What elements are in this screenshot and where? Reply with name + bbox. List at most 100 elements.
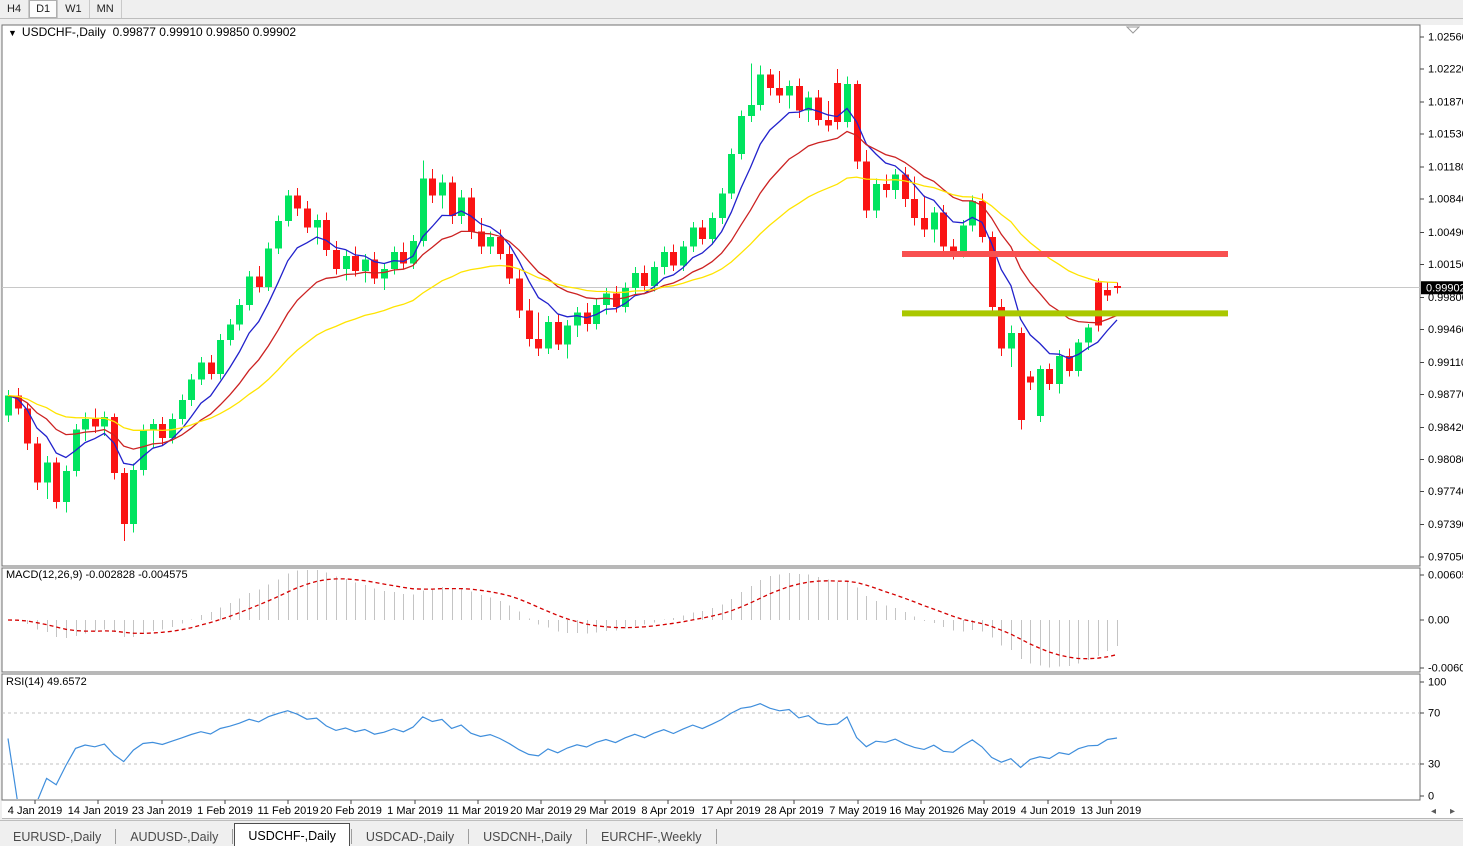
price-axis-label: 1.00840 bbox=[1428, 194, 1463, 206]
timeframe-button-d1[interactable]: D1 bbox=[29, 0, 58, 18]
candle-body bbox=[1018, 333, 1025, 420]
candle-body bbox=[863, 162, 870, 211]
candle-body bbox=[121, 473, 128, 524]
macd-axis-label: 0.00 bbox=[1428, 615, 1449, 627]
price-axis-label: 1.01180 bbox=[1428, 162, 1463, 174]
date-axis-label: 14 Jan 2019 bbox=[68, 805, 129, 817]
candle-body bbox=[410, 241, 417, 264]
candle-body bbox=[883, 184, 890, 190]
rsi-axis-label: 70 bbox=[1428, 708, 1440, 720]
candle-body bbox=[256, 277, 263, 287]
candle-body bbox=[796, 86, 803, 111]
chart-window: 1.025601.022201.018701.015301.011801.008… bbox=[0, 19, 1463, 819]
candle-body bbox=[92, 419, 99, 427]
price-axis-label: 0.98420 bbox=[1428, 422, 1463, 434]
rsi-indicator-label: RSI(14) 49.6572 bbox=[6, 676, 87, 688]
candle-body bbox=[217, 340, 224, 374]
candle-body bbox=[1104, 290, 1111, 296]
candle-body bbox=[969, 201, 976, 226]
candle-body bbox=[564, 326, 571, 345]
tab-separator bbox=[586, 829, 587, 844]
candle-body bbox=[439, 182, 446, 195]
symbol-dropdown-icon[interactable]: ▼ bbox=[8, 28, 17, 38]
candle-body bbox=[748, 105, 755, 116]
candle-body bbox=[535, 339, 542, 348]
candle-body bbox=[314, 220, 321, 228]
price-axis-label: 0.97390 bbox=[1428, 519, 1463, 531]
candle-body bbox=[275, 221, 282, 248]
candle-body bbox=[429, 178, 436, 195]
chart-tabbar: EURUSD-,DailyAUDUSD-,DailyUSDCHF-,DailyU… bbox=[0, 820, 1463, 846]
price-axis-label: 1.02560 bbox=[1428, 31, 1463, 43]
candle-body bbox=[555, 322, 562, 345]
candle-body bbox=[5, 395, 12, 415]
candle-body bbox=[82, 419, 89, 429]
tab-usdchf-daily[interactable]: USDCHF-,Daily bbox=[234, 823, 350, 846]
candle-body bbox=[719, 194, 726, 219]
candle-body bbox=[333, 250, 340, 269]
timeframe-button-w1[interactable]: W1 bbox=[58, 0, 90, 18]
candle-body bbox=[661, 252, 668, 267]
date-axis-label: 20 Mar 2019 bbox=[510, 805, 572, 817]
candle-body bbox=[208, 362, 215, 373]
candle-body bbox=[188, 379, 195, 400]
date-axis-label: 1 Mar 2019 bbox=[387, 805, 443, 817]
price-axis-label: 1.01530 bbox=[1428, 129, 1463, 141]
candle-body bbox=[690, 228, 697, 247]
candle-body bbox=[757, 75, 764, 105]
candle-body bbox=[574, 312, 581, 325]
scroll-right-button[interactable]: ▸ bbox=[1450, 806, 1455, 817]
tab-usdcnh-daily[interactable]: USDCNH-,Daily bbox=[470, 826, 585, 846]
price-axis-label: 0.99460 bbox=[1428, 324, 1463, 336]
candle-body bbox=[497, 237, 504, 254]
candle-body bbox=[63, 471, 70, 502]
date-axis-label: 4 Jun 2019 bbox=[1021, 805, 1075, 817]
candle-body bbox=[641, 273, 648, 286]
candle-body bbox=[236, 305, 243, 325]
macd-axis-label: -0.006096 bbox=[1428, 663, 1463, 675]
candle-body bbox=[1046, 369, 1053, 384]
tab-separator bbox=[351, 829, 352, 844]
price-axis-label: 0.97050 bbox=[1428, 551, 1463, 563]
tab-eurchf-weekly[interactable]: EURCHF-,Weekly bbox=[588, 826, 714, 846]
date-axis-label: 13 Jun 2019 bbox=[1081, 805, 1142, 817]
tab-eurusd-daily[interactable]: EURUSD-,Daily bbox=[0, 826, 114, 846]
candle-body bbox=[140, 430, 147, 470]
date-axis-label: 20 Feb 2019 bbox=[320, 805, 382, 817]
candle-body bbox=[680, 246, 687, 265]
candle-body bbox=[1095, 282, 1102, 325]
candle-body bbox=[487, 237, 494, 246]
timeframe-button-mn[interactable]: MN bbox=[90, 0, 122, 18]
candle-body bbox=[825, 120, 832, 126]
date-axis-label: 29 Mar 2019 bbox=[574, 805, 636, 817]
candle-body bbox=[227, 325, 234, 340]
macd-indicator-label: MACD(12,26,9) -0.002828 -0.004575 bbox=[6, 569, 188, 581]
price-axis-label: 1.02220 bbox=[1428, 64, 1463, 76]
timeframe-button-h4[interactable]: H4 bbox=[0, 0, 29, 18]
candle-body bbox=[44, 462, 51, 482]
candle-body bbox=[844, 84, 851, 122]
candle-body bbox=[352, 256, 359, 271]
candle-body bbox=[516, 278, 523, 310]
candle-body bbox=[304, 209, 311, 228]
scroll-left-button[interactable]: ◂ bbox=[1431, 806, 1436, 817]
date-axis-label: 8 Apr 2019 bbox=[641, 805, 694, 817]
candle-body bbox=[526, 311, 533, 339]
candle-body bbox=[343, 256, 350, 269]
candle-body bbox=[468, 197, 475, 231]
candle-body bbox=[1008, 333, 1015, 348]
date-axis-label: 16 May 2019 bbox=[889, 805, 953, 817]
candle-body bbox=[776, 88, 783, 96]
candle-body bbox=[940, 212, 947, 246]
tab-audusd-daily[interactable]: AUDUSD-,Daily bbox=[117, 826, 231, 846]
candle-body bbox=[1027, 377, 1034, 383]
tab-usdcad-daily[interactable]: USDCAD-,Daily bbox=[353, 826, 467, 846]
candle-body bbox=[584, 312, 591, 323]
date-axis-label: 23 Jan 2019 bbox=[132, 805, 193, 817]
candle-body bbox=[246, 277, 253, 305]
price-axis-label: 0.97740 bbox=[1428, 486, 1463, 498]
chart-canvas[interactable]: 1.025601.022201.018701.015301.011801.008… bbox=[0, 19, 1463, 819]
price-axis-label: 1.00150 bbox=[1428, 259, 1463, 271]
current-price-badge-text: 0.99902 bbox=[1426, 283, 1463, 295]
candle-body bbox=[362, 260, 369, 271]
